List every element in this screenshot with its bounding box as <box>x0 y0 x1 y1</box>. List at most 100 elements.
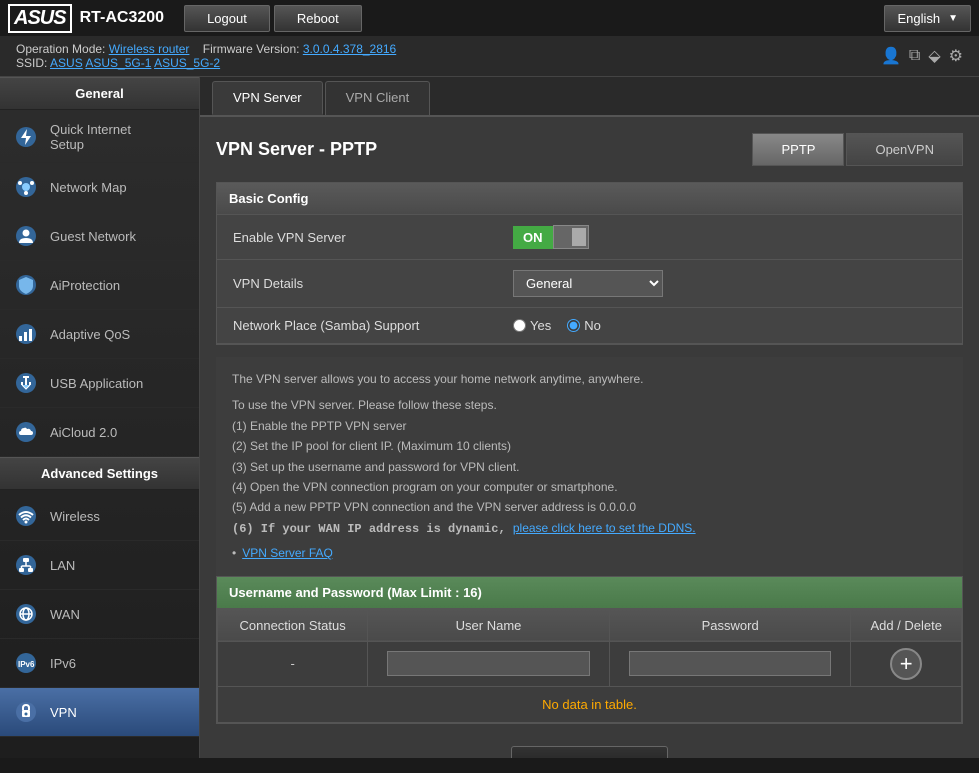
toggle-on-label[interactable]: ON <box>513 226 553 249</box>
info-line-0: The VPN server allows you to access your… <box>232 369 947 389</box>
username-cell <box>368 641 610 686</box>
ddns-link[interactable]: please click here to set the DDNS. <box>513 521 696 535</box>
apply-row: Apply <box>216 736 963 758</box>
user-icon[interactable]: 👤 <box>881 46 901 66</box>
radio-no-label: No <box>584 318 601 333</box>
enable-vpn-label: Enable VPN Server <box>233 230 513 245</box>
no-data-text: No data in table. <box>542 697 637 712</box>
top-bar: ASUS RT-AC3200 Logout Reboot English ▼ <box>0 0 979 36</box>
usb-icon[interactable]: ⬙ <box>928 46 940 66</box>
page-content: VPN Server - PPTP PPTP OpenVPN Basic Con… <box>200 117 979 758</box>
toggle-knob <box>572 228 586 246</box>
logout-button[interactable]: Logout <box>184 5 270 32</box>
content-area: VPN Server VPN Client VPN Server - PPTP … <box>200 77 979 758</box>
shield-icon <box>12 271 40 299</box>
sidebar-item-label: LAN <box>50 558 75 573</box>
password-cell <box>609 641 851 686</box>
type-button-group: PPTP OpenVPN <box>752 133 963 166</box>
top-nav-buttons: Logout Reboot <box>184 5 362 32</box>
sidebar: General Quick InternetSetup Network Map … <box>0 77 200 758</box>
sidebar-item-wireless[interactable]: Wireless <box>0 492 199 541</box>
sidebar-item-adaptive-qos[interactable]: Adaptive QoS <box>0 310 199 359</box>
basic-config-header: Basic Config <box>217 183 962 215</box>
firmware-label: Firmware Version: <box>203 42 300 56</box>
sidebar-item-label: Network Map <box>50 180 127 195</box>
asus-brand: ASUS <box>8 4 72 33</box>
add-button[interactable]: + <box>890 648 922 680</box>
sidebar-item-aiprotection[interactable]: AiProtection <box>0 261 199 310</box>
sidebar-item-label: AiProtection <box>50 278 120 293</box>
radio-yes-input[interactable] <box>513 319 526 332</box>
pptp-button[interactable]: PPTP <box>752 133 844 166</box>
sidebar-item-wan[interactable]: WAN <box>0 590 199 639</box>
faq-link[interactable]: VPN Server FAQ <box>242 543 333 563</box>
up-section: Username and Password (Max Limit : 16) C… <box>216 576 963 724</box>
wireless-icon <box>12 502 40 530</box>
toggle-slider[interactable] <box>553 225 589 249</box>
sidebar-item-quick-internet-setup[interactable]: Quick InternetSetup <box>0 112 199 163</box>
sidebar-general-header: General <box>0 77 199 110</box>
reboot-button[interactable]: Reboot <box>274 5 362 32</box>
vpn-toggle[interactable]: ON <box>513 225 946 249</box>
sidebar-item-label: USB Application <box>50 376 143 391</box>
logo: ASUS RT-AC3200 <box>8 4 164 33</box>
radio-yes[interactable]: Yes <box>513 318 551 333</box>
sidebar-item-guest-network[interactable]: Guest Network <box>0 212 199 261</box>
info-icons: 👤 ⧉ ⬙ ⚙ <box>881 46 963 66</box>
table-row: - + <box>218 641 962 686</box>
main-layout: General Quick InternetSetup Network Map … <box>0 77 979 758</box>
sidebar-item-lan[interactable]: LAN <box>0 541 199 590</box>
sidebar-item-usb-application[interactable]: USB Application <box>0 359 199 408</box>
ssid-5g2[interactable]: ASUS_5G-2 <box>154 56 220 70</box>
openvpn-button[interactable]: OpenVPN <box>846 133 963 166</box>
tab-bar: VPN Server VPN Client <box>200 77 979 117</box>
connection-status-cell: - <box>218 641 368 686</box>
ssid-5g1[interactable]: ASUS_5G-1 <box>85 56 151 70</box>
ipv6-icon: IPv6 <box>12 649 40 677</box>
vpn-icon <box>12 698 40 726</box>
info-bar: Operation Mode: Wireless router Firmware… <box>0 36 979 77</box>
operation-mode-label: Operation Mode: <box>16 42 105 56</box>
radio-no[interactable]: No <box>567 318 601 333</box>
password-input[interactable] <box>629 651 831 676</box>
up-header: Username and Password (Max Limit : 16) <box>217 577 962 609</box>
tab-vpn-server[interactable]: VPN Server <box>212 81 323 115</box>
tab-vpn-client[interactable]: VPN Client <box>325 81 431 115</box>
model-name: RT-AC3200 <box>80 9 164 27</box>
svg-text:IPv6: IPv6 <box>18 660 35 669</box>
username-input[interactable] <box>387 651 589 676</box>
info-line-1: To use the VPN server. Please follow the… <box>232 395 947 415</box>
info-line-6: (5) Add a new PPTP VPN connection and th… <box>232 497 947 517</box>
col-connection-status: Connection Status <box>218 609 368 641</box>
lightning-icon <box>12 123 40 151</box>
sidebar-item-ipv6[interactable]: IPv6 IPv6 <box>0 639 199 688</box>
vpn-details-value: General Advanced <box>513 270 946 297</box>
step6-text: (6) If your WAN IP address is dynamic, <box>232 522 513 536</box>
ssid-asus[interactable]: ASUS <box>50 56 83 70</box>
firmware-value[interactable]: 3.0.0.4.378_2816 <box>303 42 396 56</box>
language-button[interactable]: English ▼ <box>884 5 971 32</box>
col-password: Password <box>609 609 851 641</box>
sidebar-item-vpn[interactable]: VPN <box>0 688 199 737</box>
guest-icon <box>12 222 40 250</box>
radio-yes-label: Yes <box>530 318 551 333</box>
sidebar-item-label: Guest Network <box>50 229 136 244</box>
radio-no-input[interactable] <box>567 319 580 332</box>
add-delete-cell: + <box>851 641 962 686</box>
sidebar-item-aicloud[interactable]: AiCloud 2.0 <box>0 408 199 457</box>
basic-config-body: Enable VPN Server ON VPN Deta <box>217 215 962 344</box>
usb-plug-icon <box>12 369 40 397</box>
operation-mode-value[interactable]: Wireless router <box>109 42 190 56</box>
info-line-2: (1) Enable the PPTP VPN server <box>232 416 947 436</box>
info-left: Operation Mode: Wireless router Firmware… <box>16 42 396 70</box>
basic-config-section: Basic Config Enable VPN Server ON <box>216 182 963 345</box>
settings-icon[interactable]: ⚙ <box>949 46 963 66</box>
vpn-details-select[interactable]: General Advanced <box>513 270 663 297</box>
sidebar-item-network-map[interactable]: Network Map <box>0 163 199 212</box>
network-place-value: Yes No <box>513 318 946 333</box>
apply-button[interactable]: Apply <box>511 746 668 758</box>
chevron-down-icon: ▼ <box>948 13 958 24</box>
sidebar-item-label: VPN <box>50 705 77 720</box>
network-place-row: Network Place (Samba) Support Yes No <box>217 308 962 344</box>
copy-icon[interactable]: ⧉ <box>909 47 920 65</box>
